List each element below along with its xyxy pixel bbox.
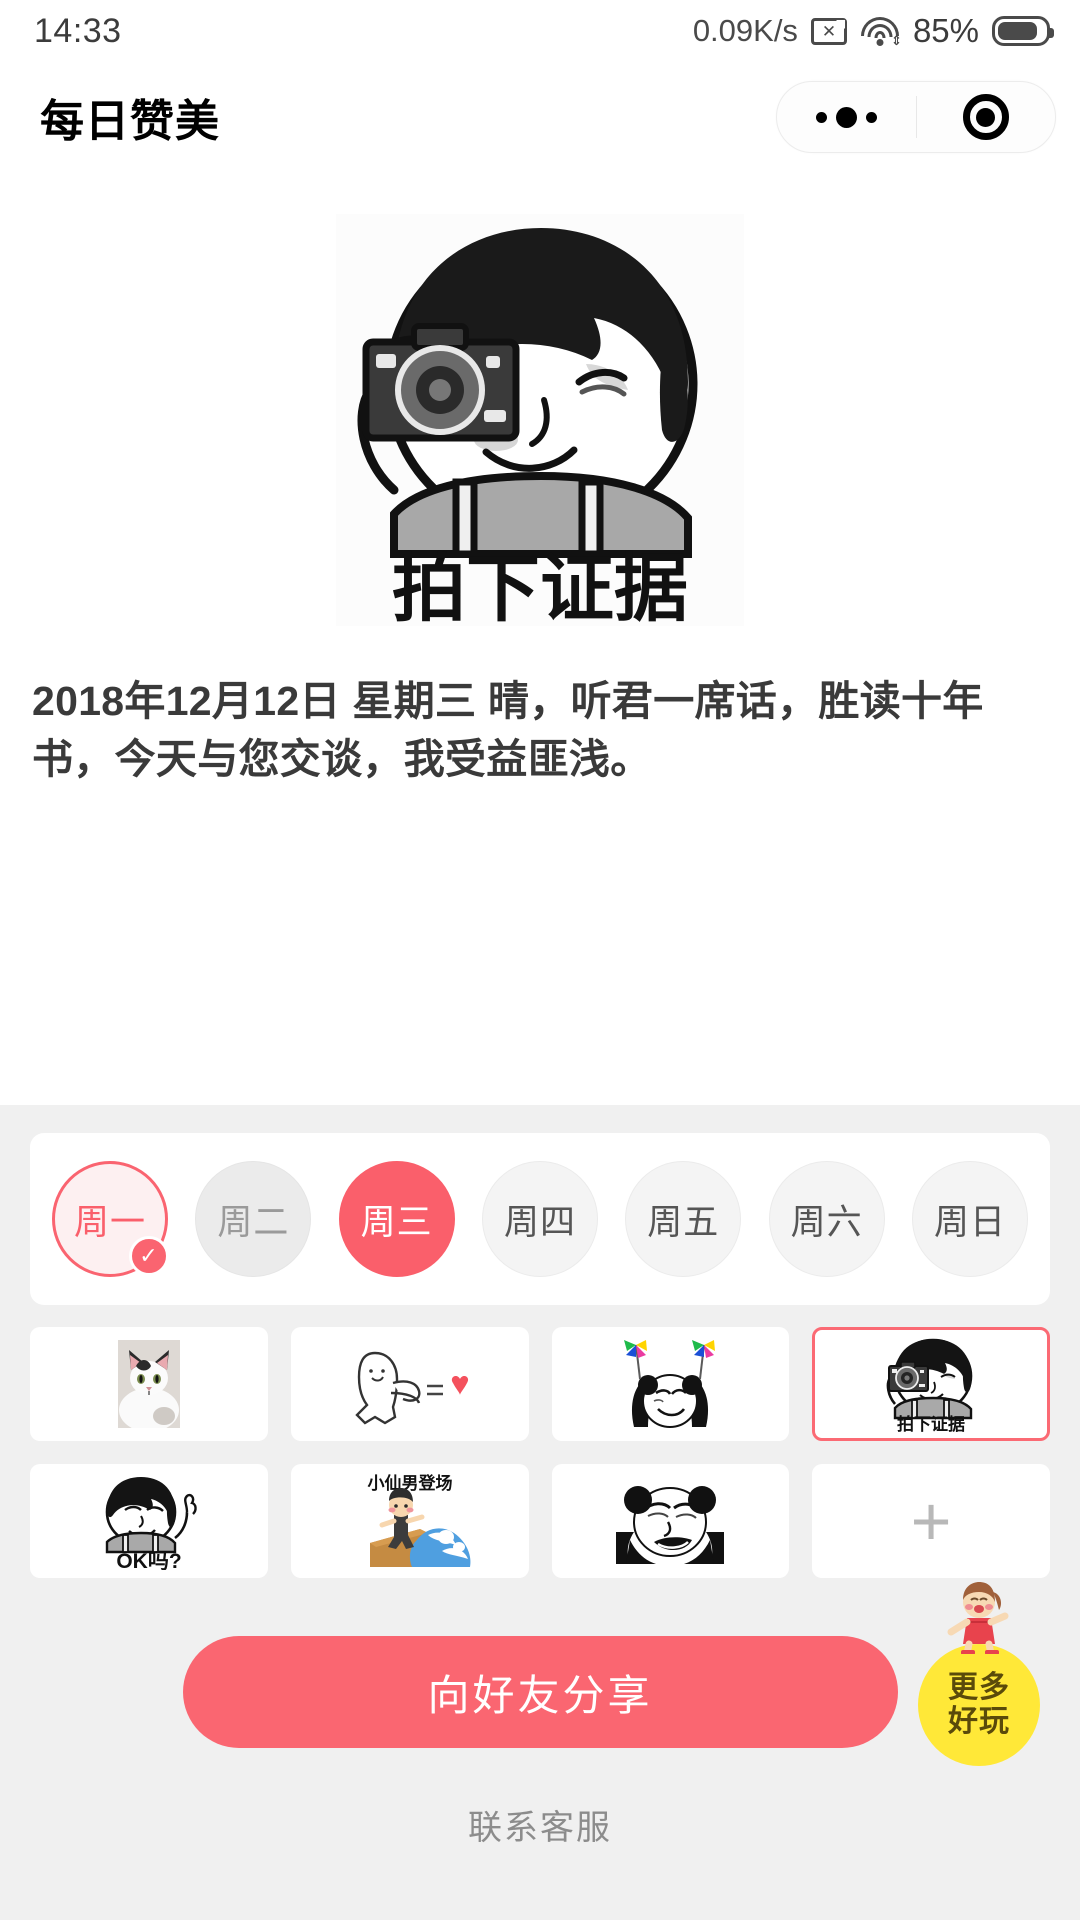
more-dots-icon bbox=[815, 106, 877, 128]
plus-icon: + bbox=[910, 1482, 952, 1560]
close-button[interactable] bbox=[917, 94, 1056, 140]
ok-ma-icon: OK吗? bbox=[105, 1477, 197, 1570]
hero-meme-image[interactable]: 拍下证据 bbox=[336, 214, 744, 626]
cat-photo-icon bbox=[117, 1340, 180, 1428]
sticker-caption: OK吗? bbox=[116, 1550, 181, 1570]
status-indicators: 0.09K/s ✕ ⇕ 85% bbox=[692, 12, 1054, 50]
camera-evidence-icon: 拍下证据 bbox=[886, 1338, 973, 1432]
panda-pinwheel-icon bbox=[624, 1340, 716, 1428]
sticker-cell-panda-face[interactable] bbox=[551, 1464, 790, 1578]
sticker-cell-camera-evidence[interactable]: 拍下证据 bbox=[812, 1327, 1050, 1441]
sticker-cell-little-fairy[interactable]: 小仙男登场 bbox=[290, 1464, 529, 1578]
nav-bar: 每日赞美 bbox=[0, 62, 1080, 172]
check-icon: ✓ bbox=[129, 1236, 169, 1276]
svg-text:拍下证据: 拍下证据 bbox=[392, 547, 688, 626]
sticker-cell-add[interactable]: + bbox=[812, 1464, 1050, 1578]
contact-service-link[interactable]: 联系客服 bbox=[30, 1800, 1050, 1849]
sim-disabled-icon: ✕ bbox=[810, 17, 847, 45]
weekday-chip-saturday[interactable]: 周六 bbox=[768, 1161, 885, 1277]
weekday-chip-sunday[interactable]: 周日 bbox=[911, 1161, 1028, 1277]
weekday-chip-monday[interactable]: 周一 ✓ bbox=[52, 1161, 169, 1277]
weekday-chip-friday[interactable]: 周五 bbox=[625, 1161, 742, 1277]
target-circle-icon bbox=[962, 94, 1009, 140]
panda-face-icon bbox=[616, 1486, 725, 1564]
hero-section: 拍下证据 bbox=[0, 214, 1080, 626]
weekday-label: 周二 bbox=[217, 1202, 290, 1242]
weekday-chip-wednesday[interactable]: 周三 bbox=[338, 1161, 455, 1277]
cta-row: 向好友分享 更多 好玩 bbox=[30, 1582, 1050, 1766]
mascot-icon bbox=[947, 1582, 1009, 1654]
weekday-selector: 周一 ✓ 周二 周三 周四 周五 周六 周日 bbox=[30, 1133, 1050, 1305]
more-fun-badge[interactable]: 更多 好玩 bbox=[918, 1582, 1040, 1766]
daily-quote-text: 2018年12月12日 星期三 晴，听君一席话，胜读十年书，今天与您交谈，我受益… bbox=[32, 678, 984, 783]
sticker-grid: 拍下证据 OK吗? 小仙男登场 + bbox=[30, 1327, 1050, 1578]
network-speed: 0.09K/s bbox=[692, 13, 798, 48]
battery-percent: 85% bbox=[912, 12, 979, 49]
status-bar: 14:33 0.09K/s ✕ ⇕ 85% bbox=[0, 0, 1080, 62]
weekday-chip-thursday[interactable]: 周四 bbox=[481, 1161, 598, 1277]
camera-meme-illustration: 拍下证据 bbox=[336, 214, 744, 626]
share-button[interactable]: 向好友分享 bbox=[182, 1636, 898, 1748]
weekday-label: 周五 bbox=[647, 1202, 720, 1242]
battery-icon bbox=[992, 16, 1054, 46]
sticker-cell-cat-photo[interactable] bbox=[30, 1327, 268, 1441]
weekday-label: 周一 bbox=[73, 1202, 146, 1242]
more-button[interactable] bbox=[777, 106, 916, 128]
bottom-panel: 周一 ✓ 周二 周三 周四 周五 周六 周日 拍下证据 OK吗? 小仙男登场 +… bbox=[0, 1105, 1080, 1920]
status-time: 14:33 bbox=[34, 11, 122, 50]
more-fun-line1: 更多 bbox=[948, 1671, 1010, 1705]
weekday-label: 周六 bbox=[790, 1202, 863, 1242]
weekday-label: 周四 bbox=[503, 1202, 576, 1242]
punch-heart-icon bbox=[354, 1351, 468, 1425]
sticker-caption: 拍下证据 bbox=[897, 1414, 965, 1432]
miniprogram-capsule[interactable] bbox=[776, 81, 1056, 153]
weekday-label: 周三 bbox=[360, 1202, 433, 1242]
wifi-icon: ⇕ bbox=[860, 16, 902, 47]
sticker-cell-panda-pinwheel[interactable] bbox=[551, 1327, 790, 1441]
sticker-cell-punch-heart[interactable] bbox=[290, 1327, 529, 1441]
sticker-caption: 小仙男登场 bbox=[367, 1473, 452, 1493]
little-fairy-icon: 小仙男登场 bbox=[367, 1473, 471, 1567]
page-title: 每日赞美 bbox=[40, 97, 220, 146]
weekday-chip-tuesday[interactable]: 周二 bbox=[195, 1161, 312, 1277]
more-fun-line2: 好玩 bbox=[948, 1705, 1010, 1738]
sticker-cell-ok-ma[interactable]: OK吗? bbox=[30, 1464, 268, 1578]
weekday-label: 周日 bbox=[933, 1202, 1006, 1242]
